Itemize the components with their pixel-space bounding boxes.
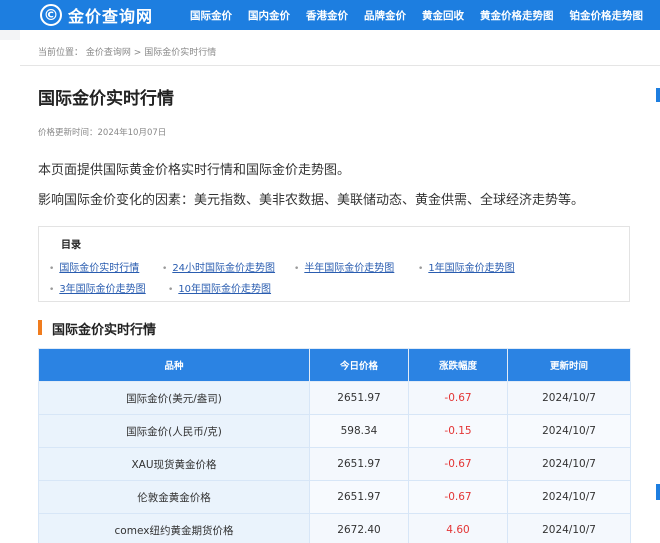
- cell-change: 4.60: [408, 513, 508, 543]
- table-header-row: 品种 今日价格 涨跌幅度 更新时间: [38, 348, 631, 382]
- logo-text: 金价查询网: [68, 7, 154, 26]
- logo-icon: ©: [40, 4, 62, 26]
- toc-link-half-year-chart[interactable]: 半年国际金价走势图: [294, 259, 394, 274]
- toc-link-realtime[interactable]: 国际金价实时行情: [49, 259, 139, 274]
- cell-name: 伦敦金黄金价格: [38, 480, 310, 514]
- divider: [20, 65, 660, 66]
- nav-item-domestic-gold[interactable]: 国内金价: [248, 8, 290, 23]
- gold-price-table: 品种 今日价格 涨跌幅度 更新时间 国际金价(美元/盎司) 2651.97 -0…: [38, 348, 631, 543]
- toc-link-24h-chart[interactable]: 24小时国际金价走势图: [162, 259, 275, 274]
- table-row: 国际金价(人民币/克) 598.34 -0.15 2024/10/7: [38, 414, 631, 448]
- table-row: 国际金价(美元/盎司) 2651.97 -0.67 2024/10/7: [38, 381, 631, 415]
- cell-price: 2651.97: [309, 447, 409, 481]
- site-logo[interactable]: © 金价查询网: [40, 0, 153, 30]
- header-change: 涨跌幅度: [408, 348, 508, 382]
- breadcrumb: 当前位置： 金价查询网 > 国际金价实时行情: [38, 45, 216, 58]
- toc-link-1-year-chart[interactable]: 1年国际金价走势图: [418, 259, 514, 274]
- cell-time: 2024/10/7: [507, 447, 631, 481]
- page-title: 国际金价实时行情: [38, 89, 174, 109]
- cell-change: -0.67: [408, 480, 508, 514]
- toc-link-10-year-chart[interactable]: 10年国际金价走势图: [168, 280, 271, 295]
- table-row: 伦敦金黄金价格 2651.97 -0.67 2024/10/7: [38, 480, 631, 514]
- main-nav: 国际金价 国内金价 香港金价 品牌金价 黄金回收 黄金价格走势图 铂金价格走势图: [190, 0, 643, 30]
- toc-link-3-year-chart[interactable]: 3年国际金价走势图: [49, 280, 145, 295]
- toc-title: 目录: [61, 240, 81, 251]
- table-row: comex纽约黄金期货价格 2672.40 4.60 2024/10/7: [38, 513, 631, 543]
- top-navigation-bar: © 金价查询网 国际金价 国内金价 香港金价 品牌金价 黄金回收 黄金价格走势图…: [0, 0, 660, 30]
- cell-name: 国际金价(人民币/克): [38, 414, 310, 448]
- header-update-time: 更新时间: [507, 348, 631, 382]
- breadcrumb-prefix: 当前位置：: [38, 48, 84, 58]
- cell-time: 2024/10/7: [507, 414, 631, 448]
- cell-name: 国际金价(美元/盎司): [38, 381, 310, 415]
- cell-change: -0.67: [408, 447, 508, 481]
- cell-price: 2651.97: [309, 480, 409, 514]
- intro-paragraph-2: 影响国际金价变化的因素：美元指数、美非农数据、美联储动态、黄金供需、全球经济走势…: [38, 193, 585, 208]
- nav-item-platinum-chart[interactable]: 铂金价格走势图: [570, 8, 644, 23]
- breadcrumb-separator: >: [133, 48, 142, 58]
- breadcrumb-current[interactable]: 国际金价实时行情: [144, 48, 216, 58]
- header-variety: 品种: [38, 348, 310, 382]
- header-price: 今日价格: [309, 348, 409, 382]
- cell-change: -0.15: [408, 414, 508, 448]
- section-accent-bar: [38, 320, 42, 335]
- cell-time: 2024/10/7: [507, 513, 631, 543]
- table-row: XAU现货黄金价格 2651.97 -0.67 2024/10/7: [38, 447, 631, 481]
- cell-change: -0.67: [408, 381, 508, 415]
- intro-paragraph-1: 本页面提供国际黄金价格实时行情和国际金价走势图。: [38, 163, 351, 178]
- nav-item-brand-gold[interactable]: 品牌金价: [364, 8, 406, 23]
- table-of-contents: 目录 国际金价实时行情 24小时国际金价走势图 半年国际金价走势图 1年国际金价…: [38, 226, 630, 302]
- side-float-tab[interactable]: [656, 484, 660, 500]
- cell-name: comex纽约黄金期货价格: [38, 513, 310, 543]
- price-update-time: 价格更新时间：2024年10月07日: [38, 128, 167, 138]
- cell-price: 2672.40: [309, 513, 409, 543]
- cell-price: 598.34: [309, 414, 409, 448]
- section-title: 国际金价实时行情: [52, 323, 157, 338]
- breadcrumb-home-link[interactable]: 金价查询网: [86, 48, 131, 58]
- side-float-tab[interactable]: [656, 88, 660, 102]
- nav-item-gold-chart[interactable]: 黄金价格走势图: [480, 8, 554, 23]
- cell-time: 2024/10/7: [507, 381, 631, 415]
- nav-item-international-gold[interactable]: 国际金价: [190, 8, 232, 23]
- cell-price: 2651.97: [309, 381, 409, 415]
- nav-item-gold-recycle[interactable]: 黄金回收: [422, 8, 464, 23]
- cell-time: 2024/10/7: [507, 480, 631, 514]
- cell-name: XAU现货黄金价格: [38, 447, 310, 481]
- nav-item-hongkong-gold[interactable]: 香港金价: [306, 8, 348, 23]
